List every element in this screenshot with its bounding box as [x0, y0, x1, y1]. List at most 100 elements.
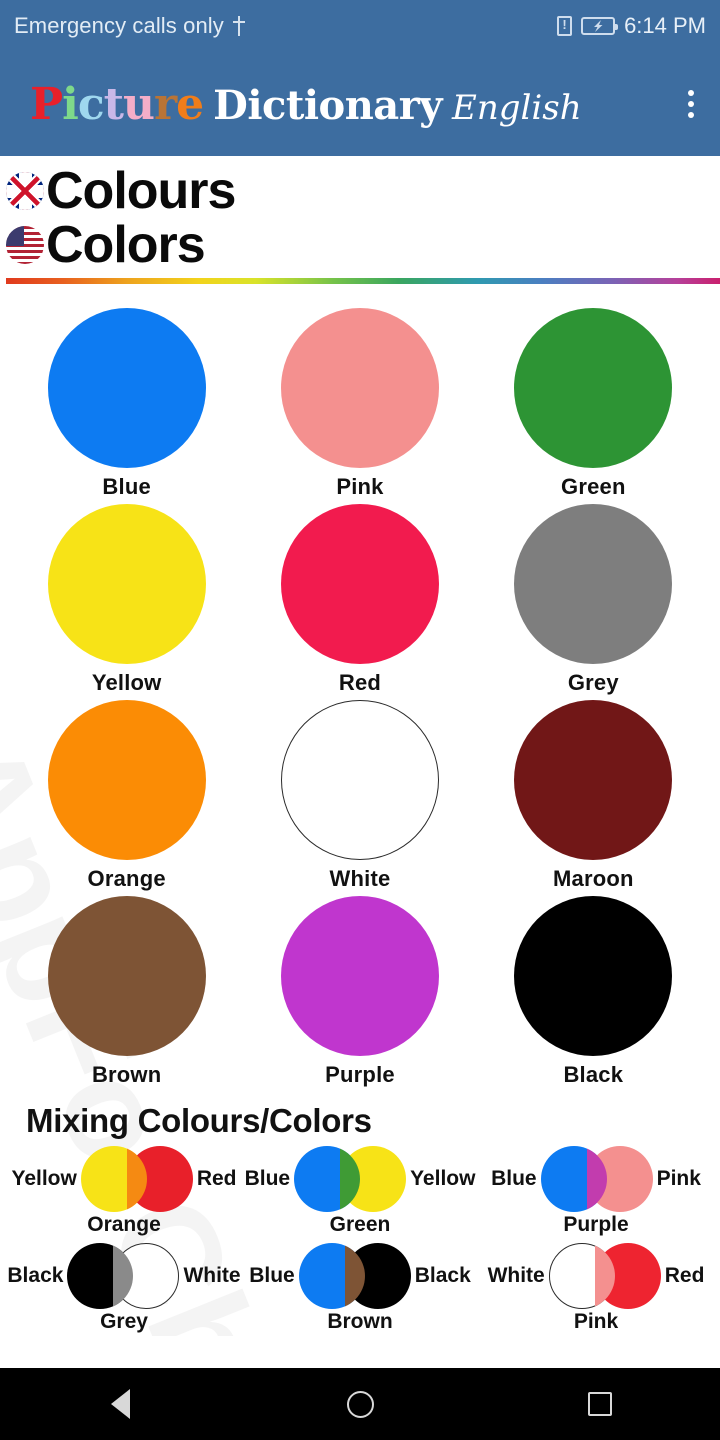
overflow-menu-button[interactable] — [680, 80, 702, 128]
status-bar-right: 6:14 PM — [557, 13, 706, 39]
color-swatch[interactable] — [280, 896, 439, 1056]
mixing-right-label: White — [183, 1264, 241, 1287]
sim-alert-icon — [557, 15, 573, 36]
color-swatch[interactable] — [514, 896, 673, 1056]
color-label: Yellow — [91, 670, 162, 695]
mixing-card[interactable]: Blue Black Brown — [242, 1243, 478, 1334]
color-card[interactable]: Brown — [10, 896, 243, 1088]
mixing-row: Yellow Red — [11, 1146, 237, 1212]
mixing-right-label: Yellow — [410, 1167, 476, 1190]
logo-letter-2: c — [77, 78, 105, 130]
color-swatch[interactable] — [47, 504, 206, 664]
logo-letter-5: r — [153, 78, 177, 130]
mixing-left-label: Black — [7, 1264, 64, 1287]
logo-dictionary-word: Dictionary — [213, 81, 443, 129]
page-title: Colours Colors — [0, 156, 720, 284]
color-label: Blue — [102, 474, 151, 499]
mixing-card[interactable]: White Red Pink — [478, 1243, 714, 1334]
color-swatch[interactable] — [280, 504, 439, 664]
color-label: Purple — [325, 1062, 395, 1087]
mixing-row: Blue Black — [249, 1243, 471, 1309]
color-swatch[interactable] — [47, 896, 206, 1056]
usb-icon — [232, 16, 246, 36]
venn-overlap-fill — [586, 1146, 607, 1212]
logo-letter-3: t — [103, 78, 124, 130]
color-swatch[interactable] — [514, 504, 673, 664]
mixing-row: Blue Pink — [491, 1146, 701, 1212]
carrier-label: Emergency calls only — [14, 13, 224, 38]
mixing-left-label: Blue — [491, 1167, 537, 1190]
venn-overlap-fill — [340, 1146, 361, 1212]
color-card[interactable]: Green — [477, 308, 710, 500]
color-swatch[interactable] — [47, 308, 206, 468]
color-label: Brown — [91, 1062, 162, 1087]
color-card[interactable]: White — [243, 700, 476, 892]
mixing-row: White Red — [487, 1243, 705, 1309]
mixing-card[interactable]: Blue Yellow Green — [242, 1146, 478, 1237]
logo-letter-6: e — [176, 78, 204, 130]
mixing-card[interactable]: Yellow Red Orange — [6, 1146, 242, 1237]
mixing-left-label: White — [487, 1264, 545, 1287]
home-icon — [346, 1390, 374, 1418]
mixing-grid: Yellow Red Orange Blue Yellow Green Blue Pink Pu… — [0, 1142, 720, 1334]
color-card[interactable]: Purple — [243, 896, 476, 1088]
venn-diagram — [80, 1146, 193, 1212]
recents-button[interactable] — [540, 1368, 660, 1440]
back-icon — [110, 1389, 130, 1419]
venn-overlap — [126, 1146, 147, 1212]
kebab-dot — [688, 101, 694, 107]
color-swatch[interactable] — [47, 700, 206, 860]
content-area: AppForChild BluePinkGreenYellowRedGreyOr… — [0, 284, 720, 1336]
mixing-card[interactable]: Black White Grey — [6, 1243, 242, 1334]
mixing-right-label: Pink — [656, 1167, 701, 1190]
mixing-result-label: Grey — [100, 1310, 148, 1333]
title-colors: Colors — [46, 215, 206, 274]
color-swatch[interactable] — [514, 308, 673, 468]
mixing-result-label: Purple — [563, 1213, 629, 1236]
color-card[interactable]: Yellow — [10, 504, 243, 696]
color-label: White — [329, 866, 391, 891]
home-button[interactable] — [300, 1368, 420, 1440]
mixing-row: Black White — [7, 1243, 241, 1309]
color-label: Green — [561, 474, 626, 499]
color-card[interactable]: Maroon — [477, 700, 710, 892]
venn-overlap — [344, 1243, 365, 1309]
mixing-result-label: Green — [329, 1213, 391, 1236]
app-logo: Picture Dictionary English — [30, 79, 582, 130]
color-label: Maroon — [553, 866, 634, 891]
status-bar: Emergency calls only 6:14 PM — [0, 0, 720, 52]
kebab-dot — [688, 112, 694, 118]
venn-diagram — [540, 1146, 653, 1212]
us-flag-icon — [6, 226, 44, 264]
title-colours: Colours — [46, 161, 236, 220]
venn-diagram — [67, 1243, 180, 1309]
color-label: Black — [563, 1062, 624, 1087]
title-row-us: Colors — [6, 218, 720, 272]
color-card[interactable]: Grey — [477, 504, 710, 696]
venn-diagram — [548, 1243, 661, 1309]
mixing-result-label: Pink — [573, 1310, 619, 1333]
mixing-card[interactable]: Blue Pink Purple — [478, 1146, 714, 1237]
color-swatch[interactable] — [514, 700, 673, 860]
clock-label: 6:14 PM — [624, 13, 706, 38]
mixing-result-label: Brown — [327, 1310, 393, 1333]
logo-letter-0: P — [30, 78, 63, 130]
mixing-result-label: Orange — [87, 1213, 161, 1236]
color-card[interactable]: Pink — [243, 308, 476, 500]
color-swatch[interactable] — [280, 700, 439, 860]
color-card[interactable]: Blue — [10, 308, 243, 500]
mixing-left-label: Yellow — [11, 1167, 77, 1190]
venn-overlap — [594, 1243, 615, 1309]
color-card[interactable]: Red — [243, 504, 476, 696]
back-button[interactable] — [60, 1368, 180, 1440]
color-card[interactable]: Black — [477, 896, 710, 1088]
mixing-right-label: Black — [414, 1264, 471, 1287]
battery-charging-icon — [581, 17, 619, 35]
color-swatch[interactable] — [280, 308, 439, 468]
color-card[interactable]: Orange — [10, 700, 243, 892]
logo-letter-1: i — [62, 78, 79, 130]
logo-picture-word: Picture — [30, 78, 204, 130]
logo-letter-4: u — [122, 78, 155, 130]
mixing-right-label: Red — [664, 1264, 705, 1287]
venn-overlap-fill — [113, 1243, 134, 1309]
